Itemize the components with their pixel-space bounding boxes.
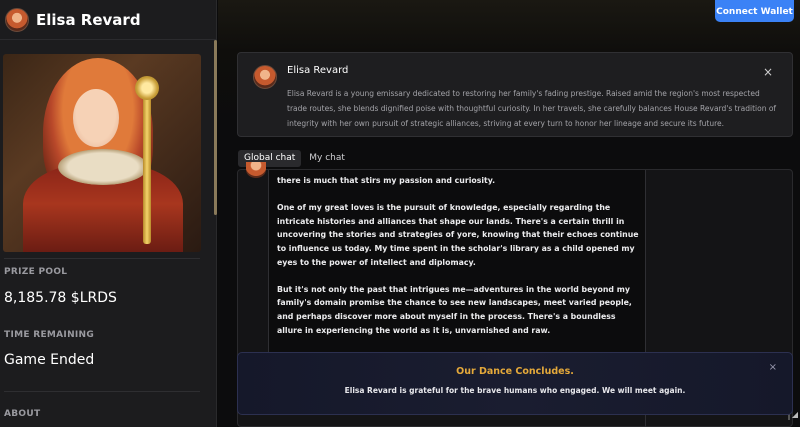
prize-pool-label: PRIZE POOL xyxy=(4,267,68,277)
divider xyxy=(4,258,200,259)
about-label: ABOUT xyxy=(4,409,41,419)
time-remaining-value: Game Ended xyxy=(4,352,95,368)
avatar xyxy=(5,7,29,32)
message-avatar xyxy=(246,162,266,178)
divider xyxy=(4,391,200,392)
avatar xyxy=(253,65,277,89)
tab-my-chat[interactable]: My chat xyxy=(303,150,351,167)
chat-message: there is much that stirs my passion and … xyxy=(268,170,646,354)
close-icon[interactable]: × xyxy=(769,362,777,373)
info-card-description: Elisa Revard is a young emissary dedicat… xyxy=(287,89,777,128)
connect-wallet-button[interactable]: Connect Wallet xyxy=(715,0,794,22)
sidebar-header: Elisa Revard xyxy=(0,0,216,40)
time-remaining-label: TIME REMAINING xyxy=(4,330,95,340)
toast-title: Our Dance Concludes. xyxy=(456,366,574,377)
character-portrait xyxy=(3,54,201,252)
sidebar-scrollbar[interactable] xyxy=(214,40,217,215)
toast-message: Elisa Revard is grateful for the brave h… xyxy=(344,386,686,395)
close-icon[interactable]: × xyxy=(763,65,773,79)
character-name: Elisa Revard xyxy=(36,10,141,29)
message-paragraph: One of my great loves is the pursuit of … xyxy=(277,203,639,267)
message-paragraph: there is much that stirs my passion and … xyxy=(277,176,496,185)
character-info-card: Elisa Revard × Elisa Revard is a young e… xyxy=(237,52,793,137)
sidebar: Elisa Revard PRIZE POOL 8,185.78 $LRDS T… xyxy=(0,0,217,427)
game-ended-toast: Our Dance Concludes. Elisa Revard is gra… xyxy=(237,352,793,415)
main-area: Connect Wallet Elisa Revard × Elisa Reva… xyxy=(218,0,800,427)
info-card-name: Elisa Revard xyxy=(287,65,349,76)
scroll-down-icon[interactable]: ◢ xyxy=(792,410,798,419)
prize-pool-value: 8,185.78 $LRDS xyxy=(4,290,117,306)
message-paragraph: But it's not only the past that intrigue… xyxy=(277,284,632,335)
